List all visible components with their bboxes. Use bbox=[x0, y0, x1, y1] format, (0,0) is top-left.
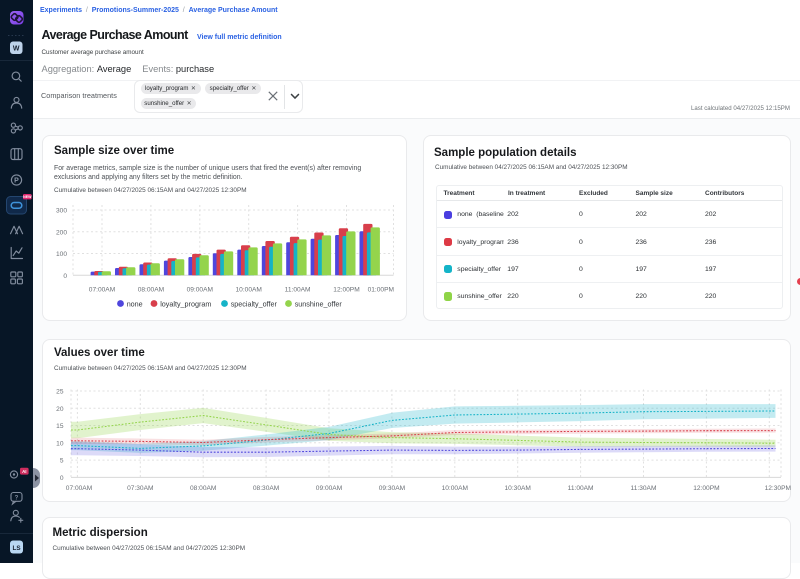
svg-text:NEW: NEW bbox=[23, 195, 32, 199]
svg-text:P: P bbox=[14, 178, 19, 185]
svg-text:LS: LS bbox=[12, 545, 20, 552]
svg-text:W: W bbox=[13, 46, 20, 53]
svg-text:AI: AI bbox=[22, 469, 26, 474]
svg-text:?: ? bbox=[15, 496, 19, 502]
